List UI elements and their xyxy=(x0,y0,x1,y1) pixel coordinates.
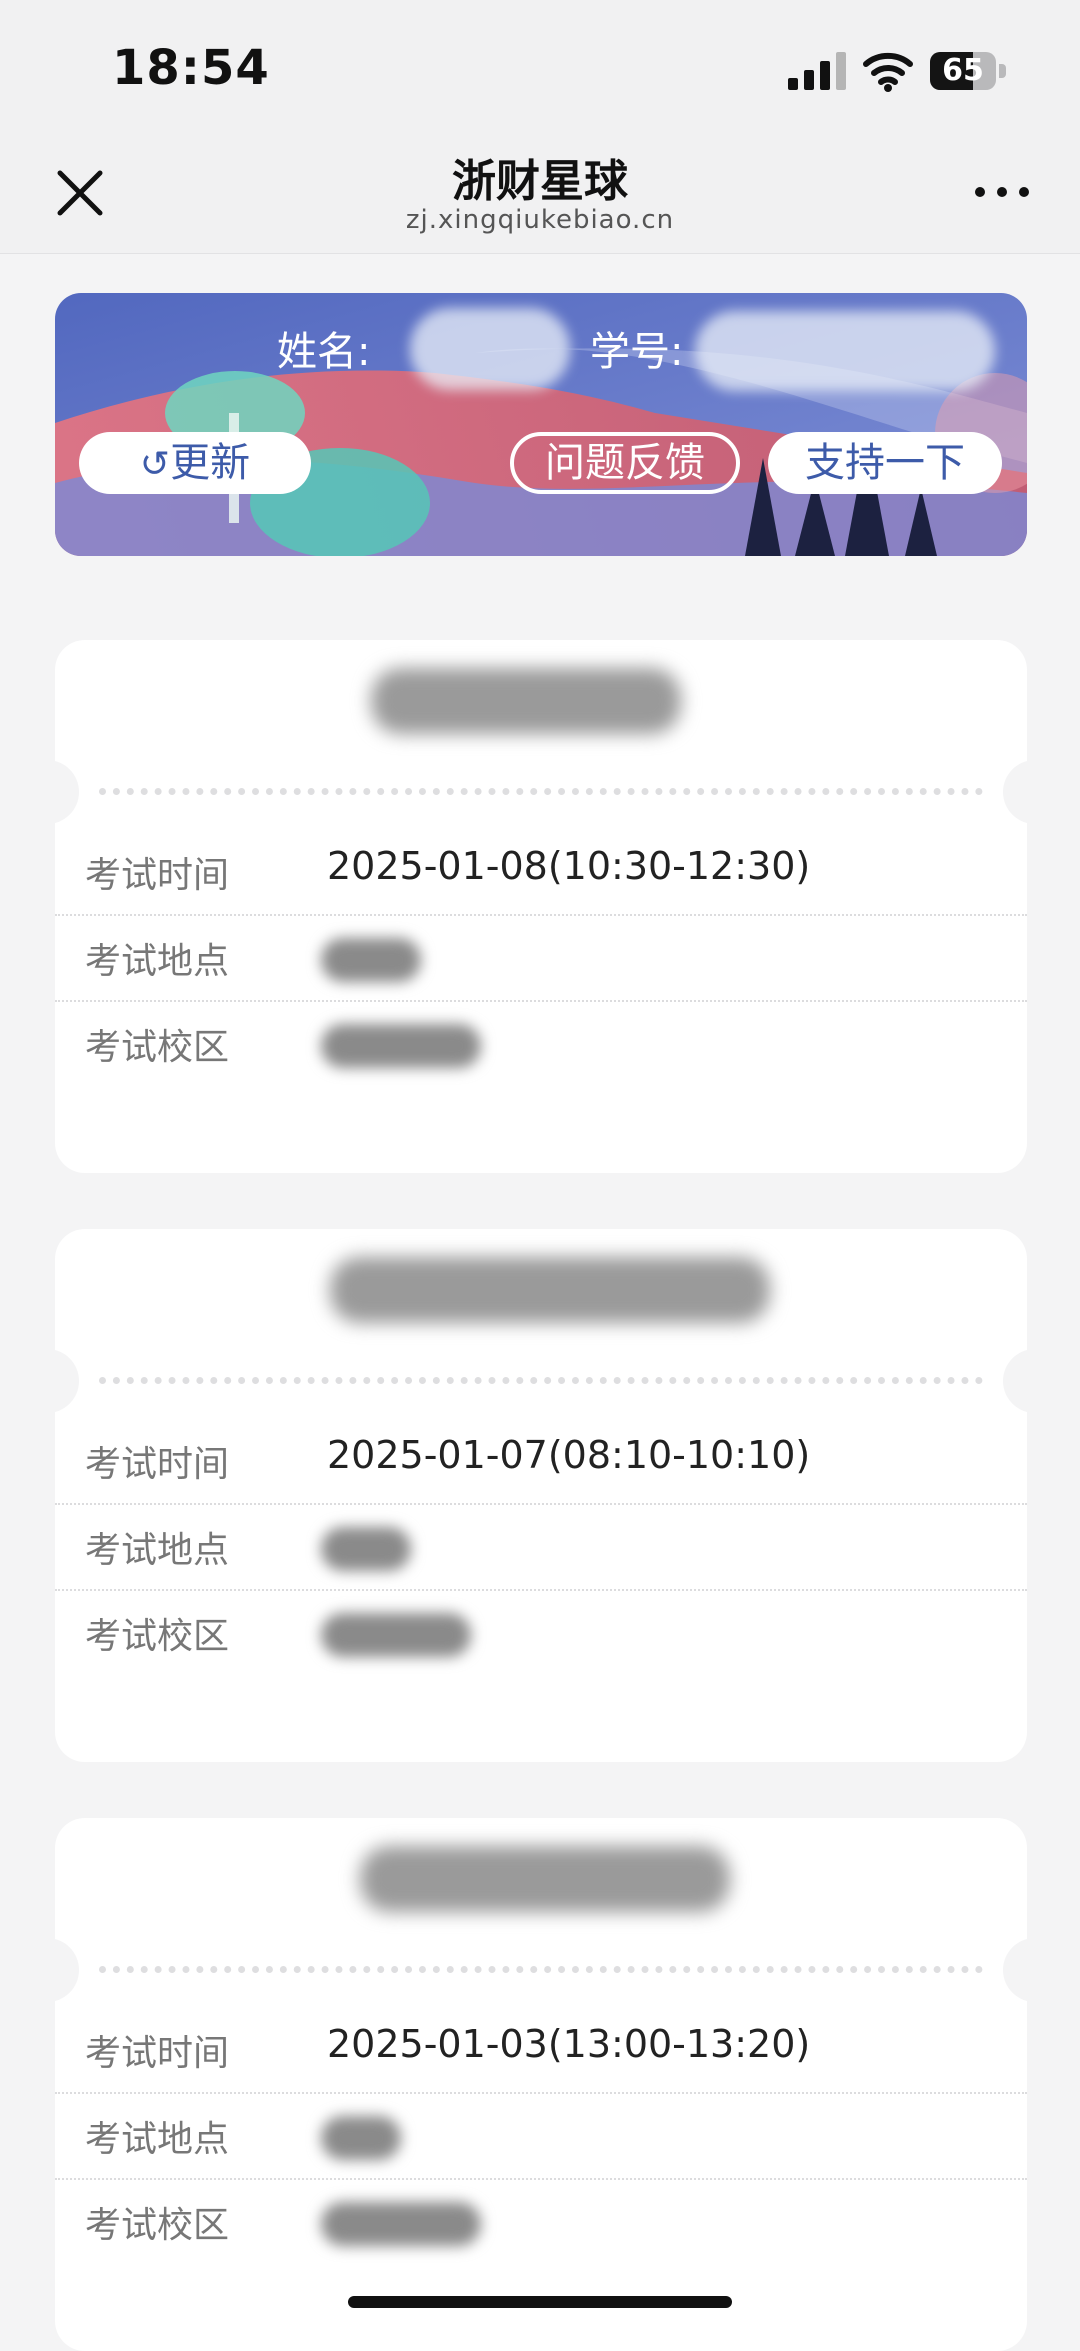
exam-campus-label: 考试校区 xyxy=(85,1027,230,1068)
redacted-student-id xyxy=(695,311,995,391)
exam-time-row: 考试时间 2025-01-03(13:00-13:20) xyxy=(55,2008,1027,2094)
page-url: zj.xingqiukebiao.cn xyxy=(405,205,675,235)
exam-campus-label: 考试校区 xyxy=(85,1616,230,1657)
redacted-location xyxy=(321,1527,411,1571)
exam-location-label: 考试地点 xyxy=(85,2119,230,2160)
exam-location-row: 考试地点 xyxy=(55,2094,1027,2180)
exam-time-row: 考试时间 2025-01-08(10:30-12:30) xyxy=(55,830,1027,916)
page-title: 浙财星球 xyxy=(452,156,628,207)
exam-location-row: 考试地点 xyxy=(55,916,1027,1002)
redacted-location xyxy=(321,2116,401,2160)
exam-campus-row: 考试校区 xyxy=(55,2180,1027,2266)
status-time: 18:54 xyxy=(112,40,270,96)
ticket-divider xyxy=(99,1377,983,1384)
support-button[interactable]: 支持一下 xyxy=(768,432,1002,494)
exam-campus-row: 考试校区 xyxy=(55,1002,1027,1088)
exam-time-label: 考试时间 xyxy=(85,2033,230,2074)
exam-time-value: 2025-01-08(10:30-12:30) xyxy=(327,844,811,888)
exam-card: 考试时间 2025-01-03(13:00-13:20) 考试地点 考试校区 xyxy=(31,1818,1051,2351)
nav-bar: 浙财星球 zj.xingqiukebiao.cn xyxy=(0,135,1080,254)
redacted-name xyxy=(410,308,570,390)
exam-time-label: 考试时间 xyxy=(85,855,230,896)
battery-icon: 65 xyxy=(930,52,1008,90)
redacted-campus xyxy=(321,1613,471,1657)
exam-time-row: 考试时间 2025-01-07(08:10-10:10) xyxy=(55,1419,1027,1505)
refresh-button[interactable]: ↺更新 xyxy=(79,432,311,494)
redacted-course-name xyxy=(330,1257,770,1323)
redacted-course-name xyxy=(371,668,681,734)
exam-time-label: 考试时间 xyxy=(85,1444,230,1485)
name-label: 姓名: xyxy=(277,329,371,375)
more-icon[interactable] xyxy=(972,177,1032,207)
redacted-location xyxy=(321,938,421,982)
refresh-icon: ↺ xyxy=(139,444,171,485)
wifi-icon xyxy=(863,52,913,92)
status-bar: 18:54 65 xyxy=(0,0,1080,135)
exam-location-row: 考试地点 xyxy=(55,1505,1027,1591)
exam-campus-row: 考试校区 xyxy=(55,1591,1027,1677)
exam-location-label: 考试地点 xyxy=(85,941,230,982)
exam-card: 考试时间 2025-01-07(08:10-10:10) 考试地点 考试校区 xyxy=(31,1229,1051,1762)
profile-banner: 姓名: 学号: ↺更新 问题反馈 支持一下 xyxy=(55,293,1027,556)
exam-time-value: 2025-01-03(13:00-13:20) xyxy=(327,2022,811,2066)
exam-time-value: 2025-01-07(08:10-10:10) xyxy=(327,1433,811,1477)
student-id-label: 学号: xyxy=(590,329,684,375)
exam-card: 考试时间 2025-01-08(10:30-12:30) 考试地点 考试校区 xyxy=(31,640,1051,1173)
redacted-campus xyxy=(321,2202,481,2246)
exam-location-label: 考试地点 xyxy=(85,1530,230,1571)
redacted-campus xyxy=(321,1024,481,1068)
home-indicator[interactable] xyxy=(348,2296,732,2308)
ticket-divider xyxy=(99,1966,983,1973)
ticket-divider xyxy=(99,788,983,795)
refresh-label: 更新 xyxy=(170,440,251,486)
battery-level: 65 xyxy=(942,53,984,88)
cellular-signal-icon xyxy=(788,52,846,90)
exam-campus-label: 考试校区 xyxy=(85,2205,230,2246)
redacted-course-name xyxy=(360,1846,730,1912)
feedback-button[interactable]: 问题反馈 xyxy=(510,432,740,494)
